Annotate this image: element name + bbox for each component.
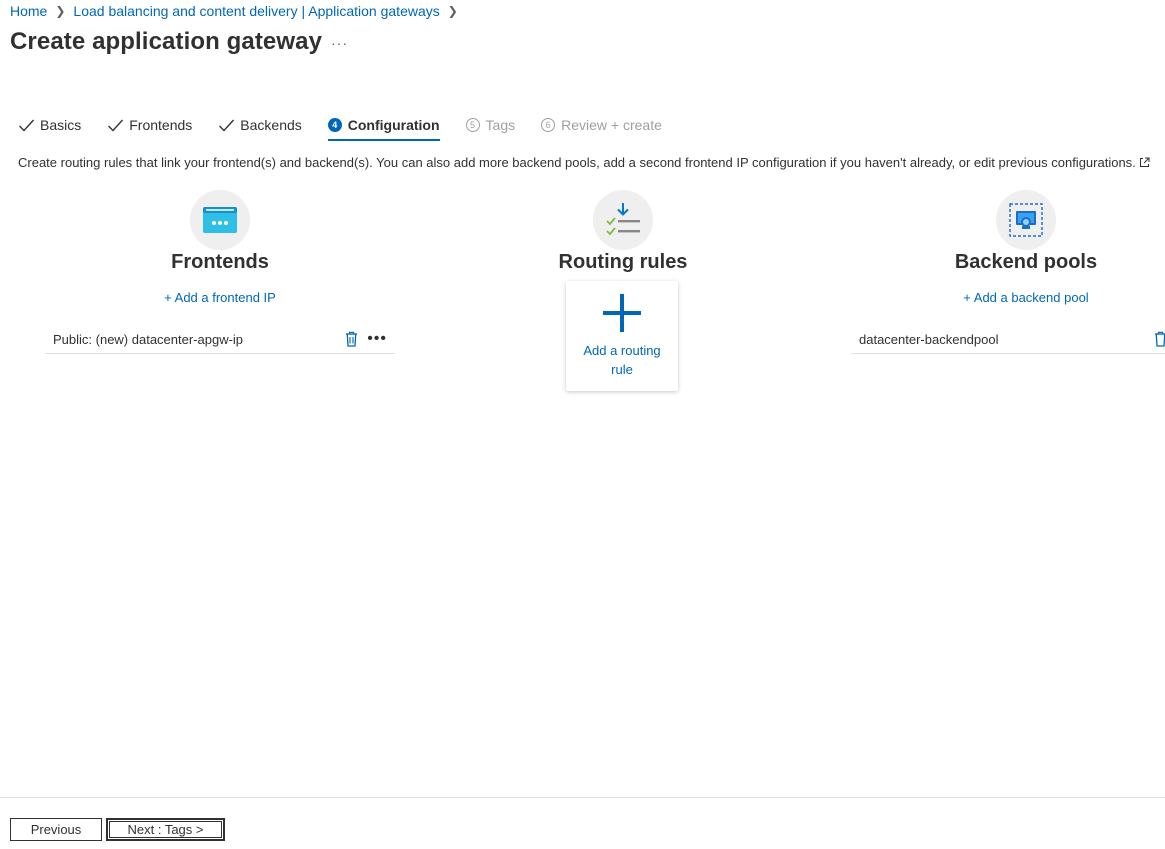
frontend-window-icon <box>190 190 250 250</box>
tab-label: Tags <box>485 117 516 133</box>
external-link-icon[interactable] <box>1139 157 1150 168</box>
add-routing-rule-label: Add a routing rule <box>583 343 661 377</box>
tab-label: Frontends <box>129 117 193 133</box>
backend-pools-title: Backend pools <box>954 251 1098 273</box>
tab-configuration[interactable]: 4 Configuration <box>327 109 440 141</box>
tab-label: Configuration <box>347 117 440 133</box>
frontends-title: Frontends <box>171 251 269 273</box>
configuration-description: Create routing rules that link your fron… <box>18 155 1150 170</box>
checkmark-icon <box>108 119 124 132</box>
tab-backends[interactable]: Backends <box>218 109 302 141</box>
routing-rules-column: Routing rules <box>553 190 693 274</box>
checkmark-icon <box>219 119 235 132</box>
tab-basics[interactable]: Basics <box>18 109 81 141</box>
tab-frontends[interactable]: Frontends <box>107 109 192 141</box>
plus-icon <box>603 294 641 332</box>
page: Home ❯ Load balancing and content delive… <box>0 0 1165 849</box>
add-routing-rule-button[interactable]: Add a routing rule <box>566 281 678 391</box>
more-options-icon[interactable]: ··· <box>331 35 348 51</box>
tab-tags[interactable]: 5 Tags <box>465 109 516 141</box>
page-title: Create application gateway <box>10 28 323 55</box>
step-number-badge: 5 <box>465 118 480 132</box>
chevron-right-icon: ❯ <box>55 4 66 18</box>
step-number-badge: 6 <box>541 118 556 132</box>
next-tags-button[interactable]: Next : Tags > <box>106 818 225 841</box>
trash-icon[interactable] <box>1154 331 1165 347</box>
add-backend-pool-link[interactable]: + Add a backend pool <box>946 290 1106 305</box>
chevron-right-icon: ❯ <box>447 4 458 18</box>
more-options-icon[interactable]: ••• <box>367 331 387 347</box>
wizard-tabs: Basics Frontends Backends 4 Configuratio… <box>18 108 688 142</box>
breadcrumb: Home ❯ Load balancing and content delive… <box>10 3 466 19</box>
backend-pool-name: datacenter-backendpool <box>859 331 999 347</box>
frontends-column: Frontends + Add a frontend IP <box>150 190 290 305</box>
tab-review-create[interactable]: 6 Review + create <box>541 109 662 141</box>
backend-pools-column: Backend pools + Add a backend pool <box>946 190 1106 305</box>
frontend-ip-name: Public: (new) datacenter-apgw-ip <box>53 331 244 347</box>
tab-label: Review + create <box>561 117 662 133</box>
checkmark-icon <box>19 119 35 132</box>
add-frontend-ip-link[interactable]: + Add a frontend IP <box>150 290 290 305</box>
trash-icon[interactable] <box>345 331 358 347</box>
breadcrumb-application-gateways[interactable]: Load balancing and content delivery | Ap… <box>73 3 439 19</box>
description-text: Create routing rules that link your fron… <box>18 155 1136 170</box>
footer-divider <box>0 797 1165 798</box>
backend-pool-icon <box>996 190 1056 250</box>
tab-label: Basics <box>40 117 82 133</box>
routing-rules-icon <box>593 190 653 250</box>
routing-rules-title: Routing rules <box>558 251 688 273</box>
tab-label: Backends <box>240 117 302 133</box>
list-item[interactable]: Public: (new) datacenter-apgw-ip ••• <box>45 325 395 354</box>
list-item[interactable]: datacenter-backendpool <box>851 325 1165 354</box>
previous-button[interactable]: Previous <box>10 818 102 841</box>
row-actions: ••• <box>345 331 387 347</box>
step-number-badge: 4 <box>327 118 342 132</box>
breadcrumb-home[interactable]: Home <box>10 3 47 19</box>
